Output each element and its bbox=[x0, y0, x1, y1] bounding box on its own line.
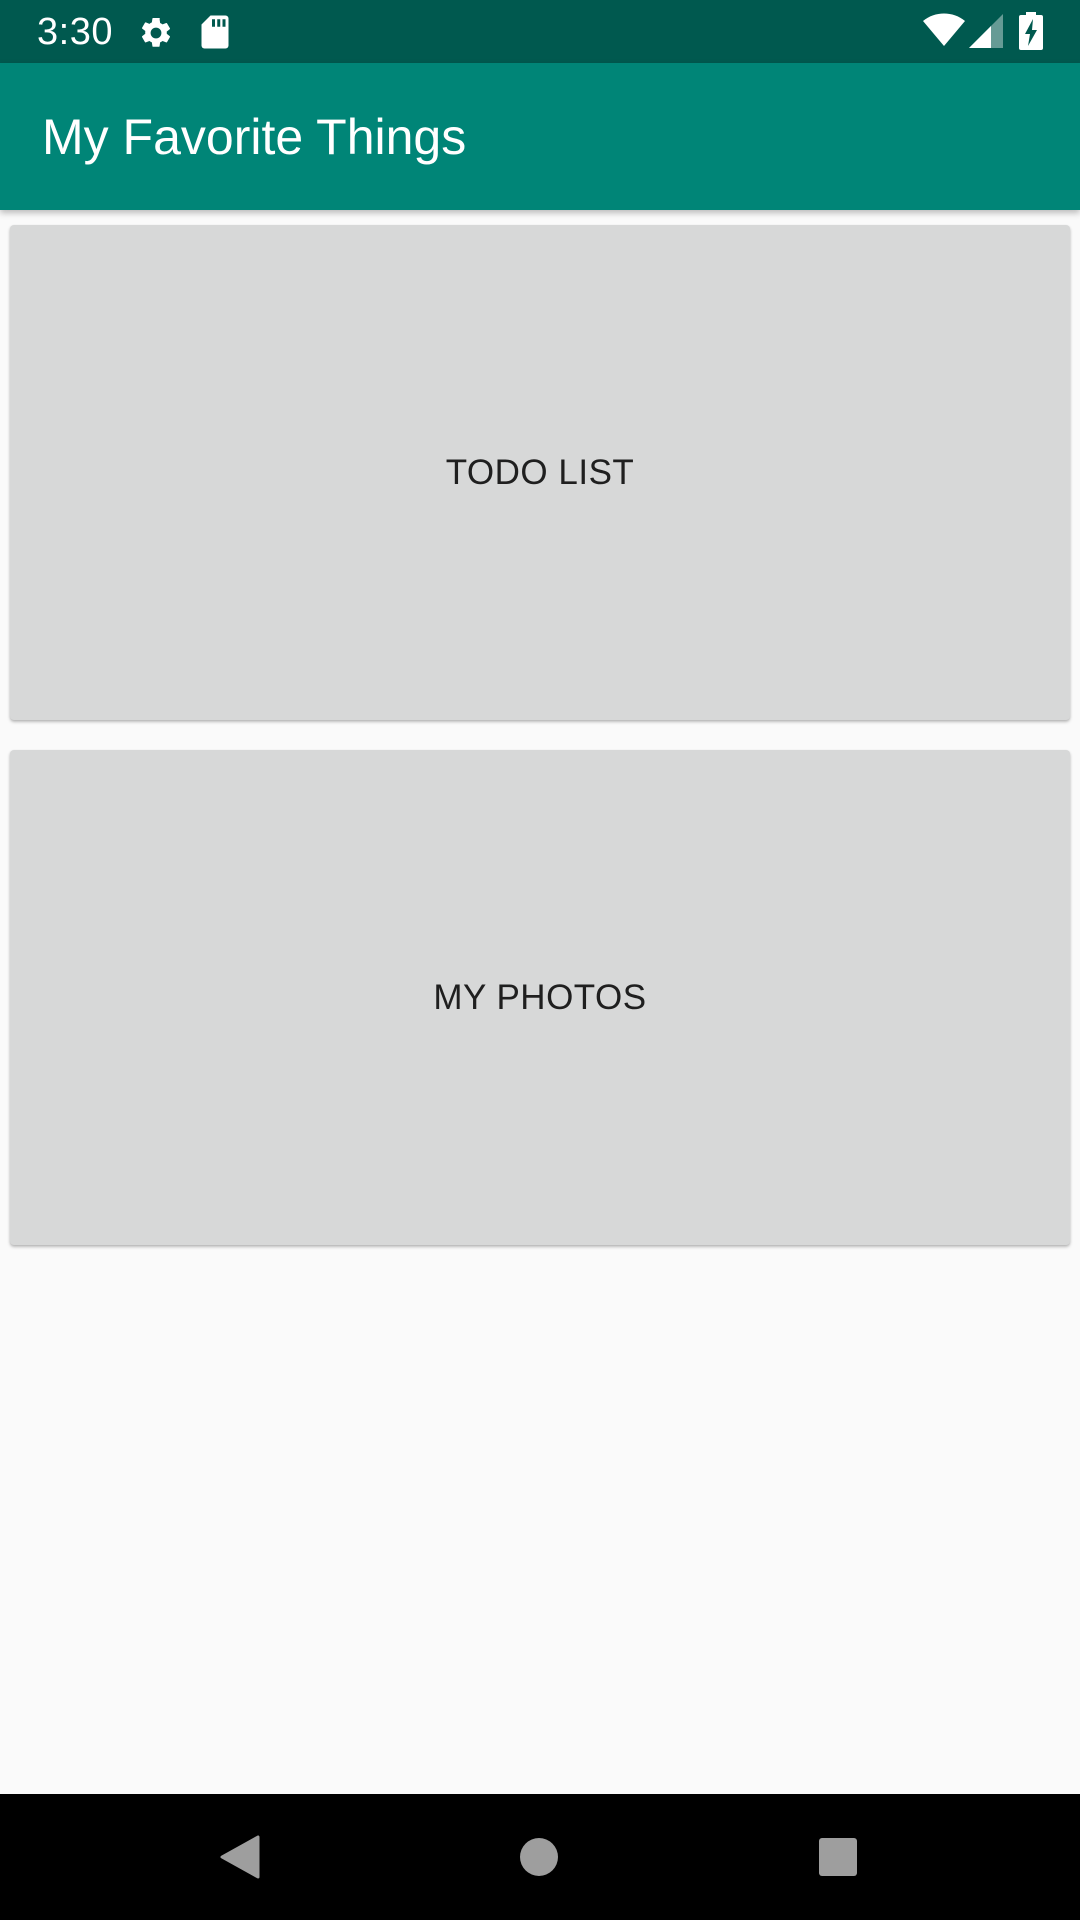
my-photos-button[interactable]: MY PHOTOS bbox=[10, 750, 1070, 1245]
page-title: My Favorite Things bbox=[42, 109, 467, 165]
back-icon bbox=[220, 1835, 260, 1879]
todo-list-label: TODO LIST bbox=[445, 452, 635, 492]
wifi-icon bbox=[923, 13, 965, 46]
battery-charging-icon bbox=[1019, 12, 1043, 50]
status-bar: 3:30 bbox=[0, 0, 1080, 63]
app-bar: My Favorite Things bbox=[0, 63, 1080, 210]
my-photos-label: MY PHOTOS bbox=[433, 977, 647, 1017]
home-icon bbox=[520, 1838, 558, 1876]
back-button[interactable] bbox=[202, 1819, 278, 1895]
recents-button[interactable] bbox=[800, 1819, 876, 1895]
navigation-bar bbox=[0, 1794, 1080, 1920]
recents-icon bbox=[819, 1838, 857, 1876]
status-time: 3:30 bbox=[37, 11, 113, 53]
home-button[interactable] bbox=[501, 1819, 577, 1895]
todo-list-button[interactable]: TODO LIST bbox=[10, 225, 1070, 720]
sd-card-icon bbox=[201, 15, 229, 49]
gear-icon bbox=[141, 17, 171, 47]
signal-icon bbox=[969, 14, 1003, 48]
